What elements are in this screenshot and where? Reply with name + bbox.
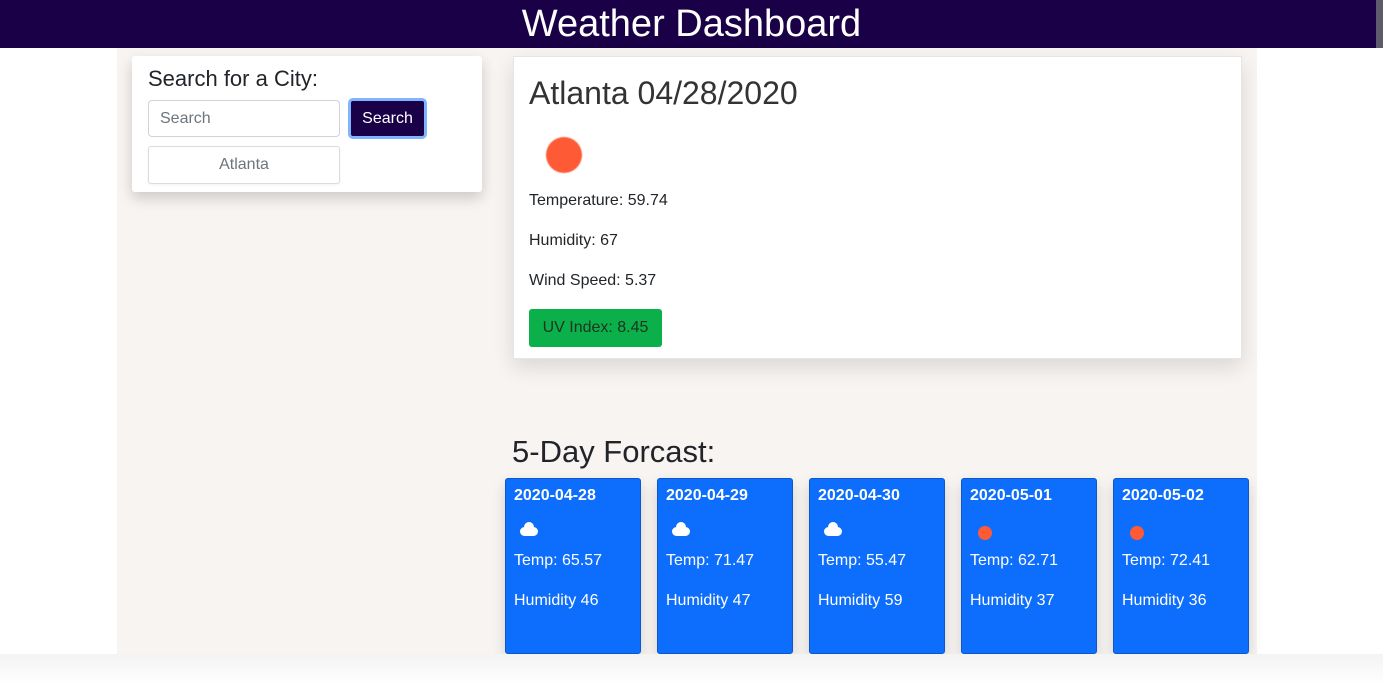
forecast-card-3: 2020-04-30 Temp: 55.47 Humidity 59	[809, 478, 945, 654]
sun-icon	[978, 526, 992, 540]
page-bottom-shadow	[0, 654, 1383, 685]
forecast-card-2: 2020-04-29 Temp: 71.47 Humidity 47	[657, 478, 793, 654]
forecast-humidity: Humidity 47	[666, 592, 751, 609]
forecast-card-1: 2020-04-28 Temp: 65.57 Humidity 46	[505, 478, 641, 654]
search-panel: Search for a City: Search Atlanta	[132, 56, 482, 192]
wind-speed-text: Wind Speed: 5.37	[529, 272, 657, 289]
page-title: Weather Dashboard	[521, 3, 862, 45]
sun-icon	[546, 137, 582, 173]
forecast-date: 2020-05-01	[970, 487, 1052, 504]
search-input[interactable]	[148, 100, 340, 137]
forecast-card-4: 2020-05-01 Temp: 62.71 Humidity 37	[961, 478, 1097, 654]
city-history-item-atlanta[interactable]: Atlanta	[148, 146, 340, 184]
forecast-temp: Temp: 55.47	[818, 552, 907, 569]
forecast-temp: Temp: 62.71	[970, 552, 1059, 569]
cloud-icon	[824, 522, 842, 536]
cloud-icon	[520, 522, 538, 536]
temperature-text: Temperature: 59.74	[529, 192, 668, 209]
current-city-date: Atlanta 04/28/2020	[529, 75, 798, 111]
forecast-date: 2020-04-28	[514, 487, 596, 504]
forecast-temp: Temp: 65.57	[514, 552, 603, 569]
search-button[interactable]: Search	[348, 98, 427, 139]
sun-icon	[1130, 526, 1144, 540]
cloud-icon	[672, 522, 690, 536]
uv-index-badge: UV Index: 8.45	[529, 309, 662, 347]
forecast-card-5: 2020-05-02 Temp: 72.41 Humidity 36	[1113, 478, 1249, 654]
window-edge	[1376, 0, 1383, 48]
forecast-temp: Temp: 72.41	[1122, 552, 1211, 569]
forecast-humidity: Humidity 46	[514, 592, 599, 609]
search-heading: Search for a City:	[148, 66, 318, 91]
forecast-date: 2020-04-30	[818, 487, 900, 504]
app-header: Weather Dashboard	[0, 0, 1383, 48]
forecast-temp: Temp: 71.47	[666, 552, 755, 569]
forecast-heading: 5-Day Forcast:	[512, 434, 716, 469]
forecast-humidity: Humidity 59	[818, 592, 903, 609]
forecast-date: 2020-04-29	[666, 487, 748, 504]
current-weather-card: Atlanta 04/28/2020 Temperature: 59.74 Hu…	[513, 56, 1242, 359]
forecast-humidity: Humidity 36	[1122, 592, 1207, 609]
forecast-humidity: Humidity 37	[970, 592, 1055, 609]
humidity-text: Humidity: 67	[529, 232, 618, 249]
forecast-date: 2020-05-02	[1122, 487, 1204, 504]
